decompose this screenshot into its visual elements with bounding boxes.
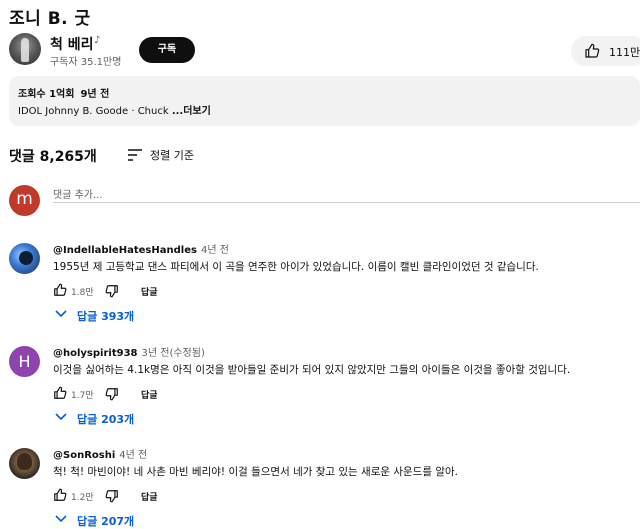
comments-count: 댓글 8,265개 bbox=[9, 149, 97, 165]
thumbs-down-icon[interactable] bbox=[105, 489, 119, 503]
thumbs-down-icon[interactable] bbox=[105, 284, 119, 298]
sort-icon[interactable] bbox=[127, 148, 143, 162]
chevron-down-icon bbox=[55, 515, 67, 523]
add-comment-input[interactable]: 댓글 추가... bbox=[53, 186, 103, 201]
channel-row: 척 베리 ♪ 구독자 35.1만명 구독 111만 bbox=[9, 33, 640, 69]
like-button[interactable]: 111만 bbox=[571, 36, 640, 66]
sort-button[interactable]: 정렬 기준 bbox=[150, 147, 194, 163]
thumbs-up-icon[interactable] bbox=[53, 283, 67, 297]
comment-like-count: 1.2만 bbox=[71, 493, 94, 503]
description-meta: 조회수 1억회 9년 전 bbox=[18, 85, 115, 100]
thumbs-down-icon[interactable] bbox=[105, 387, 119, 401]
commenter-avatar[interactable]: H bbox=[9, 346, 40, 377]
add-comment: m 댓글 추가... bbox=[9, 185, 640, 219]
view-count: 조회수 1억회 bbox=[18, 89, 75, 100]
comment-actions: 1.7만 답글 bbox=[53, 386, 253, 402]
channel-avatar[interactable] bbox=[9, 33, 41, 65]
comment-actions: 1.8만 답글 bbox=[53, 283, 253, 299]
show-replies-button[interactable]: 답글 203개 bbox=[53, 410, 253, 426]
subscribe-button[interactable]: 구독 bbox=[139, 37, 195, 63]
comment-time[interactable]: 4년 전 bbox=[201, 245, 229, 256]
show-replies-button[interactable]: 답글 393개 bbox=[53, 307, 253, 323]
description-box[interactable]: 조회수 1억회 9년 전 IDOL Johnny B. Goode · Chuck… bbox=[9, 76, 640, 126]
comment-item: @IndellableHatesHandles 4년 전 1955년 제 고등학교… bbox=[9, 241, 640, 331]
comment-item: @SonRoshi 4년 전 척! 척! 마빈이야! 네 사촌 마빈 베리야! 이… bbox=[9, 446, 640, 529]
upload-age: 9년 전 bbox=[80, 89, 110, 100]
music-note-icon: ♪ bbox=[94, 35, 101, 46]
comment-author[interactable]: @holyspirit938 bbox=[53, 348, 138, 359]
channel-name[interactable]: 척 베리 bbox=[50, 34, 94, 54]
subscriber-count: 구독자 35.1만명 bbox=[50, 57, 122, 68]
my-avatar: m bbox=[9, 185, 40, 216]
comments-header: 댓글 8,265개 정렬 기준 bbox=[9, 146, 309, 166]
thumbs-up-icon[interactable] bbox=[53, 386, 67, 400]
like-count: 111만 bbox=[609, 46, 640, 59]
comment-actions: 1.2만 답글 bbox=[53, 488, 253, 504]
chevron-down-icon bbox=[55, 310, 67, 318]
description-snippet: IDOL Johnny B. Goode · Chuck bbox=[18, 106, 172, 117]
thumbs-up-icon bbox=[585, 43, 600, 58]
comment-header: @holyspirit938 3년 전(수정됨) bbox=[53, 344, 205, 359]
chevron-down-icon bbox=[55, 413, 67, 421]
comment-item: H @holyspirit938 3년 전(수정됨) 이것을 싫어하는 4.1k명… bbox=[9, 344, 640, 434]
comment-author[interactable]: @IndellableHatesHandles bbox=[53, 245, 197, 256]
comment-time[interactable]: 3년 전(수정됨) bbox=[142, 348, 205, 359]
reply-button[interactable]: 답글 bbox=[141, 285, 158, 298]
comment-author[interactable]: @SonRoshi bbox=[53, 450, 115, 461]
comment-time[interactable]: 4년 전 bbox=[119, 450, 147, 461]
reply-button[interactable]: 답글 bbox=[141, 388, 158, 401]
comment-text: 이것을 싫어하는 4.1k명은 아직 이것을 받아들일 준비가 되어 있지 않았… bbox=[53, 364, 571, 376]
description-text: IDOL Johnny B. Goode · Chuck ...더보기 bbox=[18, 102, 211, 117]
comment-header: @SonRoshi 4년 전 bbox=[53, 446, 147, 461]
replies-count: 답글 203개 bbox=[77, 413, 135, 426]
replies-count: 답글 207개 bbox=[77, 515, 135, 528]
comment-text: 1955년 제 고등학교 댄스 파티에서 이 곡을 연주한 아이가 있었습니다.… bbox=[53, 261, 539, 273]
show-replies-button[interactable]: 답글 207개 bbox=[53, 512, 253, 528]
commenter-avatar[interactable] bbox=[9, 243, 40, 274]
input-underline bbox=[53, 202, 640, 203]
thumbs-up-icon[interactable] bbox=[53, 488, 67, 502]
comment-text: 척! 척! 마빈이야! 네 사촌 마빈 베리야! 이걸 들으면서 네가 찾고 있… bbox=[53, 466, 459, 478]
reply-button[interactable]: 답글 bbox=[141, 490, 158, 503]
comment-header: @IndellableHatesHandles 4년 전 bbox=[53, 241, 229, 256]
replies-count: 답글 393개 bbox=[77, 310, 135, 323]
comment-like-count: 1.8만 bbox=[71, 288, 94, 298]
comment-like-count: 1.7만 bbox=[71, 391, 94, 401]
more-link[interactable]: ...더보기 bbox=[172, 106, 211, 117]
video-title: 조니 B. 굿 bbox=[9, 9, 91, 29]
commenter-avatar[interactable] bbox=[9, 448, 40, 479]
